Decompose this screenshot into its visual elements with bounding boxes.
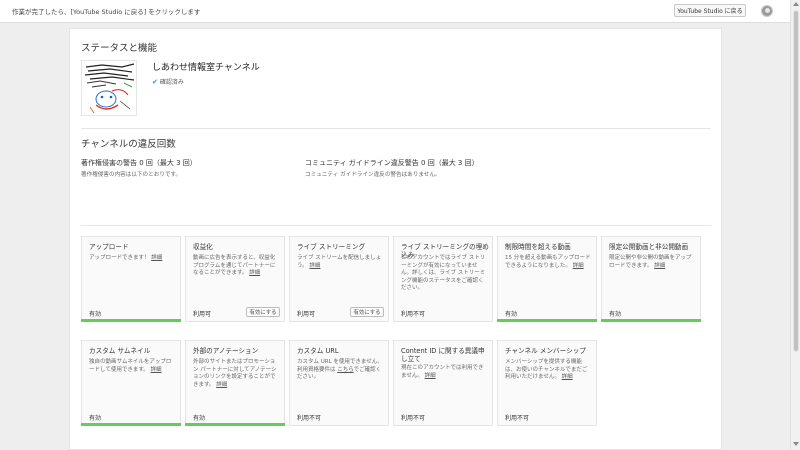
feature-title: 収益化 [193, 243, 213, 251]
feature-description: 独自の動画サムネイルをアップロードして使用できます。 詳細 [89, 359, 172, 373]
feature-title: 限定公開動画と非公開動画 [609, 243, 689, 251]
feature-title: アップロード [89, 243, 129, 251]
feature-title: カスタム サムネイル [89, 347, 151, 355]
feature-description: メンバーシップを提供する機能は、お使いのチャンネルでまだご利用いただけません。 … [505, 359, 588, 381]
feature-status: 利用不可 [401, 311, 426, 318]
status-features-panel: ステータスと機能 しあわせ情報室チャンネル ✔ 確認済み チャンネルの違反回数 著… [69, 28, 722, 450]
copyright-strike-heading: 著作権侵害の警告 0 回（最大 3 回） [81, 159, 197, 167]
feature-description: ライブ ストリームを配信しましょう。 詳細 [297, 255, 382, 269]
feature-status: 利用可 [297, 311, 316, 318]
instruction-text: 作業が完了したら、[YouTube Studio に戻る] をクリックします [12, 8, 201, 16]
feature-description: 外部のサイトまたはプロモーション パートナーに対してアノテーションのリンクを設定… [193, 359, 277, 388]
enable-button[interactable]: 有効にする [350, 307, 384, 317]
feature-details-link[interactable]: 詳細 [309, 263, 320, 269]
community-strike-heading: コミュニティ ガイドライン違反警告 0 回（最大 3 回） [305, 159, 479, 167]
feature-description: アップロードできます！ 詳細 [89, 255, 163, 261]
scrollbar-thumb[interactable] [793, 10, 799, 352]
feature-details-link[interactable]: 詳細 [573, 263, 584, 269]
feature-status: 利用不可 [401, 415, 426, 422]
feature-description: 限定公開や非公開の動画をアップロードできます。 詳細 [609, 255, 692, 269]
divider [81, 128, 711, 129]
feature-card: 外部のアノテーション外部のサイトまたはプロモーション パートナーに対してアノテー… [185, 340, 285, 426]
feature-details-link[interactable]: 詳細 [151, 367, 162, 373]
avatar[interactable] [761, 5, 773, 17]
feature-description: 15 分を超える動画もアップロードできるようになりました。 詳細 [505, 255, 591, 269]
feature-card: カスタム URL カスタム URL を使用できません。利用資格要件は こちらでご確… [289, 340, 389, 426]
feature-card: ライブ ストリーミングライブ ストリームを配信しましょう。 詳細利用可 有効にする [289, 236, 389, 322]
feature-card: 収益化動画に広告を表示すると、収益化プログラムを通じてパートナーになることができ… [185, 236, 285, 322]
feature-details-link[interactable]: 詳細 [151, 255, 162, 261]
feature-status: 有効 [193, 415, 206, 422]
community-strike-detail: コミュニティ ガイドライン違反の警告はありません。 [305, 172, 441, 178]
verified-badge: ✔ 確認済み [152, 77, 184, 86]
feature-description: カスタム URL を使用できません。利用資格要件は こちらでご確認ください。 [297, 359, 383, 381]
feature-details-link[interactable]: 詳細 [654, 263, 665, 269]
back-to-studio-button[interactable]: YouTube Studio に戻る [674, 4, 746, 17]
feature-title: 外部のアノテーション [193, 347, 259, 355]
feature-card: チャンネル メンバーシップメンバーシップを提供する機能は、お使いのチャンネルでま… [497, 340, 597, 426]
scroll-up-icon[interactable] [793, 2, 799, 6]
check-icon: ✔ [152, 78, 158, 86]
feature-title: チャンネル メンバーシップ [505, 347, 586, 355]
enable-button[interactable]: 有効にする [246, 307, 280, 317]
channel-doodle-icon [82, 61, 136, 115]
feature-status: 利用不可 [505, 415, 530, 422]
feature-details-link[interactable]: 詳細 [425, 373, 436, 379]
feature-card: ライブ ストリーミングの埋め込み このアカウントではライブ ストリーミングが有効に… [393, 236, 493, 322]
feature-status: 有効 [89, 311, 102, 318]
feature-title: 制限時間を超える動画 [505, 243, 571, 251]
feature-status: 利用可 [193, 311, 212, 318]
feature-status: 有効 [89, 415, 102, 422]
feature-description: 動画に広告を表示すると、収益化プログラムを通じてパートナーになることができます。… [193, 255, 276, 277]
feature-card: アップロードアップロードできます！ 詳細 有効 [81, 236, 181, 322]
channel-thumbnail [81, 60, 137, 116]
feature-details-link[interactable]: 詳細 [249, 270, 260, 276]
feature-details-link[interactable]: 詳細 [216, 382, 227, 388]
feature-title: ライブ ストリーミング [297, 243, 366, 251]
scrollbar[interactable] [790, 0, 800, 450]
scroll-down-icon[interactable] [793, 442, 799, 446]
feature-status: 有効 [609, 311, 622, 318]
feature-title: カスタム URL [297, 347, 339, 355]
feature-description: このアカウントではライブ ストリーミングが有効になっていません。詳しくは、ライブ… [401, 255, 486, 292]
verified-label: 確認済み [159, 79, 184, 86]
feature-details-link[interactable]: 詳細 [562, 374, 573, 380]
strikes-title: チャンネルの違反回数 [81, 139, 176, 150]
channel-name: しあわせ情報室チャンネル [152, 63, 260, 73]
feature-description: 現在このアカウントでは利用できません。 詳細 [401, 365, 484, 379]
divider [81, 225, 711, 226]
feature-status: 利用不可 [297, 415, 322, 422]
feature-card: Content ID に関する異議申し立て 現在このアカウントでは利用できません。… [393, 340, 493, 426]
feature-card: 制限時間を超える動画 15 分を超える動画もアップロードできるようになりました。 … [497, 236, 597, 322]
feature-card: カスタム サムネイル独自の動画サムネイルをアップロードして使用できます。 詳細有… [81, 340, 181, 426]
status-title: ステータスと機能 [81, 43, 158, 54]
feature-details-link[interactable]: こちら [337, 367, 353, 373]
feature-status: 有効 [505, 311, 518, 318]
feature-card: 限定公開動画と非公開動画限定公開や非公開の動画をアップロードできます。 詳細有効 [601, 236, 701, 322]
feature-title: Content ID に関する異議申し立て [401, 347, 485, 363]
top-bar: 作業が完了したら、[YouTube Studio に戻る] をクリックします Y… [0, 0, 790, 23]
copyright-strike-detail: 著作権侵害の内容は以下のとおりです。 [81, 172, 182, 178]
